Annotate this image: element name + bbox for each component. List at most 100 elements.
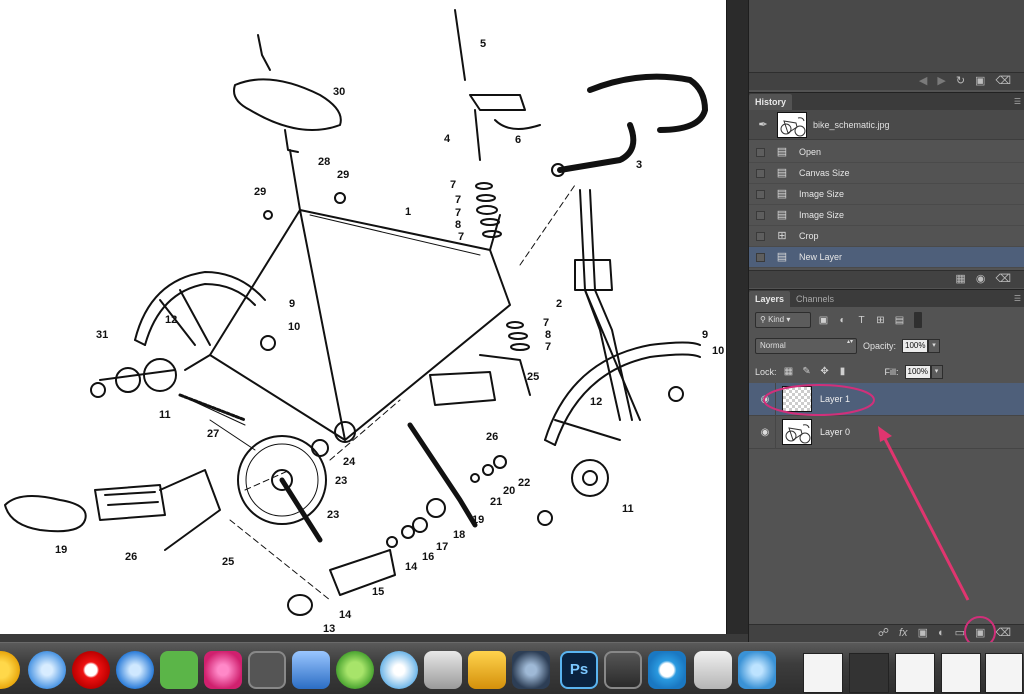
sublime-icon[interactable] — [604, 651, 642, 689]
window-thumbnail[interactable] — [849, 653, 889, 693]
schematic-label: 27 — [207, 428, 219, 440]
opera-icon[interactable] — [72, 651, 110, 689]
photoshop-icon[interactable]: Ps — [560, 651, 598, 689]
lock-transparency-icon[interactable]: ▦ — [783, 366, 795, 378]
schematic-label: 12 — [590, 396, 602, 408]
schematic-label: 8 — [455, 219, 461, 231]
fx-icon[interactable]: fx — [899, 628, 908, 639]
schematic-label: 1 — [405, 206, 411, 218]
history-item-label: Open — [799, 147, 822, 157]
image-filter-icon[interactable]: ▣ — [817, 314, 830, 327]
kind-filter-select[interactable]: ⚲ Kind ▾ — [755, 312, 811, 328]
history-item-label: Crop — [799, 231, 819, 241]
step-back-icon[interactable]: ◀ — [919, 76, 927, 87]
history-brush-icon[interactable]: ✒ — [753, 118, 773, 131]
layers-tabbar: Layers Channels ☰ — [749, 289, 1024, 307]
chrome-icon[interactable] — [0, 651, 20, 689]
layer-name[interactable]: Layer 0 — [820, 427, 850, 437]
panel-menu-icon[interactable]: ☰ — [1014, 94, 1021, 110]
new-layer-icon[interactable]: ▣ — [975, 628, 985, 639]
link-icon[interactable]: ☍ — [878, 628, 889, 639]
document-canvas[interactable]: 1 2 3 4 5 6 7 7 7 7 7 7 8 8 9 9 10 10 11… — [0, 0, 726, 634]
canvas-scrollbar[interactable] — [726, 0, 748, 634]
window-thumbnail[interactable] — [803, 653, 843, 693]
layers-controls: ⚲ Kind ▾ ▣ ◐ T ⊞ ▤ Normal Opacity: 100% … — [749, 307, 1024, 385]
eye-icon[interactable]: ◉ — [755, 394, 775, 405]
history-checkbox[interactable] — [756, 189, 765, 199]
screen-sharing-icon[interactable] — [292, 651, 330, 689]
blend-mode-select[interactable]: Normal — [755, 338, 857, 354]
history-checkbox[interactable] — [756, 252, 765, 262]
schematic-label: 20 — [503, 485, 515, 497]
step-forward-icon[interactable]: ▶ — [937, 76, 945, 87]
twitter-icon[interactable] — [738, 651, 776, 689]
history-item[interactable]: ▤ Open — [749, 142, 1024, 163]
window-thumbnail[interactable] — [941, 653, 981, 693]
history-list: ▤ Open ▤ Canvas Size ▤ Image Size ▤ Imag… — [749, 142, 1024, 268]
calculator-icon[interactable] — [694, 651, 732, 689]
tab-layers[interactable]: Layers — [749, 291, 791, 307]
type-filter-icon[interactable]: T — [855, 314, 868, 327]
history-checkbox[interactable] — [756, 168, 765, 178]
itunes-icon[interactable] — [116, 651, 154, 689]
gear-app-icon[interactable] — [512, 651, 550, 689]
window-thumbnail[interactable] — [985, 653, 1023, 693]
history-item-selected[interactable]: ▤ New Layer — [749, 247, 1024, 268]
trash-icon[interactable]: ⌫ — [995, 274, 1011, 285]
layers-list: ◉ Layer 1 ◉ Layer 0 — [749, 382, 1024, 449]
schematic-label: 10 — [712, 345, 724, 357]
history-item[interactable]: ⊞ Crop — [749, 226, 1024, 247]
steam-icon[interactable] — [248, 651, 286, 689]
smart-object-filter-icon[interactable]: ▤ — [893, 314, 906, 327]
document-icon: ▤ — [776, 250, 788, 263]
layer-row[interactable]: ◉ Layer 0 — [749, 415, 1024, 449]
history-checkbox[interactable] — [756, 210, 765, 220]
mask-icon[interactable]: ▣ — [918, 628, 928, 639]
tab-channels[interactable]: Channels — [790, 291, 840, 307]
top-panel-footer: ◀ ▶ ↻ ▣ ⌫ — [749, 72, 1024, 90]
adjustment-layer-icon[interactable]: ◐ — [938, 628, 945, 639]
history-item[interactable]: ▤ Image Size — [749, 184, 1024, 205]
fill-dropdown[interactable]: ▾ — [930, 365, 943, 379]
refresh-icon[interactable]: ↻ — [956, 76, 965, 87]
divider — [775, 415, 776, 449]
utilities-icon[interactable] — [424, 651, 462, 689]
new-document-from-state-icon[interactable]: ▦ — [955, 274, 965, 285]
schematic-label: 26 — [125, 551, 137, 563]
folder-icon[interactable]: ▭ — [955, 628, 965, 639]
safari-icon[interactable] — [28, 651, 66, 689]
update-icon[interactable] — [648, 651, 686, 689]
filter-toggle[interactable] — [914, 312, 922, 328]
schematic-label: 29 — [337, 169, 349, 181]
window-thumbnail[interactable] — [895, 653, 935, 693]
history-checkbox[interactable] — [756, 231, 765, 241]
evernote-icon[interactable] — [160, 651, 198, 689]
history-checkbox[interactable] — [756, 147, 765, 157]
trash-icon[interactable]: ⌫ — [995, 76, 1011, 87]
fill-input[interactable]: 100% — [904, 365, 931, 379]
history-item[interactable]: ▤ Image Size — [749, 205, 1024, 226]
dock: Ps — [0, 642, 1024, 694]
adjustment-filter-icon[interactable]: ◐ — [836, 314, 849, 327]
trash-icon[interactable]: ⌫ — [995, 628, 1011, 639]
document-area: 1 2 3 4 5 6 7 7 7 7 7 7 8 8 9 9 10 10 11… — [0, 0, 748, 634]
opacity-input[interactable]: 100% — [902, 339, 929, 353]
transmit-icon[interactable] — [468, 651, 506, 689]
lock-all-icon[interactable]: ▮ — [837, 366, 849, 378]
history-item[interactable]: ▤ Canvas Size — [749, 163, 1024, 184]
lock-position-icon[interactable]: ✥ — [819, 366, 831, 378]
tab-history[interactable]: History — [749, 94, 793, 110]
layer-row[interactable]: ◉ Layer 1 — [749, 382, 1024, 416]
leaf-app-icon[interactable] — [336, 651, 374, 689]
history-snapshot[interactable]: ✒ bike_schematic.jpg — [749, 110, 1024, 140]
heart-app-icon[interactable] — [204, 651, 242, 689]
layer-name[interactable]: Layer 1 — [820, 394, 850, 404]
shape-filter-icon[interactable]: ⊞ — [874, 314, 887, 327]
new-item-icon[interactable]: ▣ — [975, 76, 985, 87]
camera-icon[interactable]: ◉ — [976, 274, 986, 285]
dropzone-icon[interactable] — [380, 651, 418, 689]
eye-icon[interactable]: ◉ — [755, 427, 775, 438]
opacity-dropdown[interactable]: ▾ — [928, 339, 941, 353]
panel-menu-icon[interactable]: ☰ — [1014, 291, 1021, 307]
lock-paint-icon[interactable]: ✎ — [801, 366, 813, 378]
